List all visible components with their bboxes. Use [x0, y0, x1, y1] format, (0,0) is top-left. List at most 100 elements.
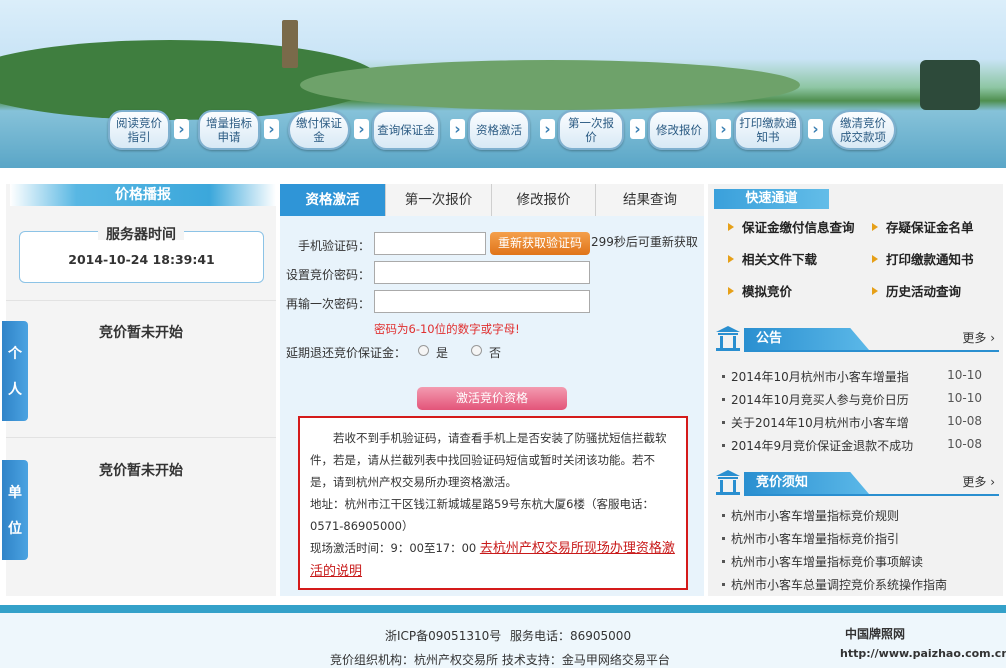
tab-company-char: 位 [8, 521, 22, 537]
bullet-icon [722, 560, 725, 563]
bullet-icon [722, 537, 725, 540]
server-time-value: 2014-10-24 18:39:41 [68, 252, 215, 267]
price-broadcast-title: 价格播报 [10, 184, 276, 206]
quick-access-title: 快速通道 [714, 189, 829, 209]
step-pay-deposit[interactable]: 缴付保证金 [288, 110, 350, 150]
step-arrow-icon: › [264, 119, 279, 139]
bullet-icon [722, 583, 725, 586]
tab-modify-bid[interactable]: 修改报价 [492, 184, 596, 216]
announcements-underline [744, 350, 999, 352]
quick-link-label: 打印缴款通知书 [886, 252, 974, 267]
rules-header: 竞价须知 更多 › [714, 468, 999, 496]
list-item[interactable]: 杭州市小客车增量指标竞价规则 [722, 507, 992, 524]
triangle-icon [728, 223, 734, 231]
phone-code-input[interactable] [374, 232, 486, 255]
list-item[interactable]: 杭州市小客车增量指标竞价指引 [722, 530, 992, 547]
organizer-info: 竞价组织机构：杭州产权交易所 技术支持：金马甲网络交易平台 [330, 653, 670, 667]
news-title: 2014年10月竞买人参与竞价日历 [731, 393, 909, 407]
step-query-deposit[interactable]: 查询保证金 [372, 110, 440, 150]
triangle-icon [872, 287, 878, 295]
banner: 阅读竞价指引 › 增量指标申请 › 缴付保证金 › 查询保证金 › 资格激活 ›… [0, 0, 1006, 168]
chevron-right-icon: › [986, 331, 995, 345]
list-item[interactable]: 2014年10月杭州市小客车增量指 10-10 [722, 368, 992, 385]
step-arrow-icon: › [540, 119, 555, 139]
step-apply-quota[interactable]: 增量指标申请 [198, 110, 260, 150]
deposit-no-label: 否 [489, 346, 502, 360]
confirm-password-input[interactable] [374, 290, 590, 313]
quick-link-print-notice[interactable]: 打印缴款通知书 [872, 249, 974, 268]
rules-underline [744, 494, 999, 496]
tab-personal[interactable]: 个 人 [2, 321, 28, 421]
right-panel: 快速通道 保证金缴付信息查询 存疑保证金名单 相关文件下载 打印缴款通知书 模拟… [708, 184, 1003, 596]
tab-activate[interactable]: 资格激活 [280, 184, 386, 216]
password-hint: 密码为6-10位的数字或字母! [374, 322, 520, 336]
news-date: 10-08 [947, 437, 982, 451]
bid-tabs: 资格激活 第一次报价 修改报价 结果查询 [280, 184, 704, 216]
divider [6, 437, 276, 438]
notice-box: 若收不到手机验证码，请查看手机上是否安装了防骚扰短信拦截软件，若是，请从拦截列表… [298, 416, 688, 590]
service-phone: 服务电话：86905000 [510, 629, 632, 643]
price-broadcast-panel: 价格播报 服务器时间 2014-10-24 18:39:41 个 人 竞价暂未开… [2, 184, 276, 596]
watermark-url: http://www.paizhao.com.cn [840, 647, 1006, 660]
divider [6, 300, 276, 301]
step-print-notice[interactable]: 打印缴款通知书 [734, 110, 802, 150]
step-read-guide[interactable]: 阅读竞价指引 [108, 110, 170, 150]
get-code-button[interactable]: 重新获取验证码 [490, 232, 590, 255]
tab-company[interactable]: 单 位 [2, 460, 28, 560]
list-item[interactable]: 杭州市小客车总量调控竞价系统操作指南 [722, 576, 992, 593]
announcements-more-link[interactable]: 更多 › [962, 329, 995, 346]
tab-personal-char: 人 [8, 382, 22, 398]
banner-hills [300, 60, 800, 110]
more-label: 更多 [962, 475, 987, 489]
triangle-icon [872, 223, 878, 231]
deposit-option-label: 延期退还竞价保证金： [286, 346, 407, 360]
quick-link-label: 模拟竞价 [742, 284, 793, 299]
step-activate[interactable]: 资格激活 [468, 110, 530, 150]
deposit-yes-radio[interactable] [418, 345, 429, 356]
rules-more-link[interactable]: 更多 › [962, 473, 995, 490]
set-password-label: 设置竞价密码： [286, 268, 371, 282]
bullet-icon [722, 398, 725, 401]
tab-result-query[interactable]: 结果查询 [596, 184, 704, 216]
step-pay-final[interactable]: 缴清竞价成交款项 [830, 110, 896, 150]
rule-title: 杭州市小客车总量调控竞价系统操作指南 [731, 578, 948, 592]
rule-title: 杭州市小客车增量指标竞价规则 [731, 509, 900, 523]
step-arrow-icon: › [630, 119, 645, 139]
list-item[interactable]: 杭州市小客车增量指标竞价事项解读 [722, 553, 992, 570]
news-title: 2014年9月竞价保证金退款不成功 [731, 439, 914, 453]
quick-link-label: 存疑保证金名单 [886, 220, 974, 235]
news-title: 关于2014年10月杭州市小客车增 [731, 416, 909, 430]
news-date: 10-10 [947, 391, 982, 405]
quick-link-doubtful-deposit[interactable]: 存疑保证金名单 [872, 217, 974, 236]
quick-link-history[interactable]: 历史活动查询 [872, 281, 961, 300]
retry-countdown: 299秒后可重新获取 [591, 235, 698, 249]
rule-title: 杭州市小客车增量指标竞价指引 [731, 532, 900, 546]
list-item[interactable]: 2014年9月竞价保证金退款不成功 10-08 [722, 437, 992, 454]
pavilion-icon [716, 326, 740, 351]
step-modify-bid[interactable]: 修改报价 [648, 110, 710, 150]
step-arrow-icon: › [450, 119, 465, 139]
step-arrow-icon: › [716, 119, 731, 139]
personal-status: 竞价暂未开始 [99, 325, 183, 341]
notice-address: 地址：杭州市江干区钱江新城城星路59号东杭大厦6楼（客服电话：0571-8690… [310, 497, 654, 533]
step-arrow-icon: › [354, 119, 369, 139]
news-date: 10-08 [947, 414, 982, 428]
activate-button[interactable]: 激活竞价资格 [417, 387, 567, 410]
bid-panel: 资格激活 第一次报价 修改报价 结果查询 手机验证码： 重新获取验证码 299秒… [280, 184, 704, 596]
step-arrow-icon: › [174, 119, 189, 139]
quick-link-deposit-query[interactable]: 保证金缴付信息查询 [728, 217, 855, 236]
list-item[interactable]: 2014年10月竞买人参与竞价日历 10-10 [722, 391, 992, 408]
quick-link-downloads[interactable]: 相关文件下载 [728, 249, 817, 268]
news-date: 10-10 [947, 368, 982, 382]
tab-company-char: 单 [8, 485, 22, 501]
notice-paragraph: 若收不到手机验证码，请查看手机上是否安装了防骚扰短信拦截软件，若是，请从拦截列表… [310, 431, 667, 489]
set-password-input[interactable] [374, 261, 590, 284]
announcements-header: 公告 更多 › [714, 324, 999, 352]
bullet-icon [722, 421, 725, 424]
rule-title: 杭州市小客车增量指标竞价事项解读 [731, 555, 924, 569]
deposit-no-radio[interactable] [471, 345, 482, 356]
quick-link-simulate[interactable]: 模拟竞价 [728, 281, 792, 300]
step-first-bid[interactable]: 第一次报价 [558, 110, 624, 150]
tab-first-bid[interactable]: 第一次报价 [386, 184, 492, 216]
list-item[interactable]: 关于2014年10月杭州市小客车增 10-08 [722, 414, 992, 431]
